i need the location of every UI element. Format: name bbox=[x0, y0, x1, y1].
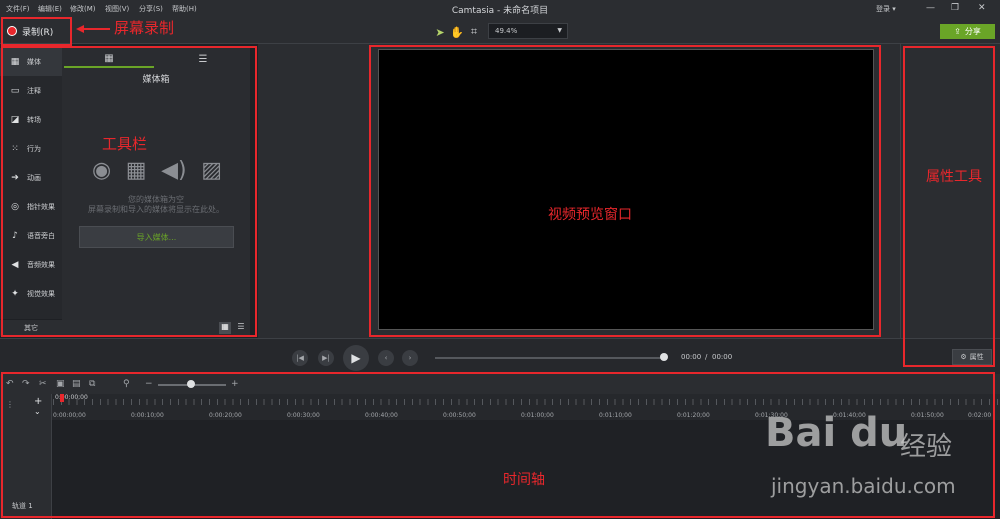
annotation-preview: 视频预览窗口 bbox=[548, 207, 632, 223]
menu-bar: 文件(F) 编辑(E) 修改(M) 视图(V) 分享(S) 帮助(H) Camt… bbox=[0, 0, 1000, 18]
minimize-icon[interactable]: — bbox=[926, 3, 935, 13]
play-button[interactable]: ▶ bbox=[343, 345, 369, 371]
baidu-watermark: Bai du 经验 jingyan.baidu.com bbox=[765, 410, 997, 510]
step-forward-icon[interactable]: ▶| bbox=[318, 350, 334, 366]
close-icon[interactable]: ✕ bbox=[978, 3, 986, 13]
login-button[interactable]: 登录 ▾ bbox=[876, 4, 896, 14]
step-back-icon[interactable]: |◀ bbox=[292, 350, 308, 366]
playback-bar: |◀ ▶| ▶ ‹ › 00:00 / 00:00 ⚙ 属性 bbox=[0, 338, 1000, 374]
current-time: 00:00 bbox=[681, 353, 702, 361]
zoom-select[interactable]: 49.4% ▼ bbox=[488, 23, 568, 39]
annotation-arrow bbox=[76, 25, 110, 33]
annotation-properties: 属性工具 bbox=[926, 169, 982, 185]
zoom-value: 49.4% bbox=[495, 27, 518, 35]
annotation-box-properties bbox=[903, 46, 995, 367]
menu-help[interactable]: 帮助(H) bbox=[172, 4, 197, 14]
watermark-text: 经验 bbox=[900, 432, 953, 462]
menu-modify[interactable]: 修改(M) bbox=[70, 4, 96, 14]
share-button[interactable]: ⇪ 分享 bbox=[940, 24, 995, 39]
annotation-screen-record: 屏幕录制 bbox=[114, 19, 175, 37]
annotation-timeline: 时间轴 bbox=[503, 472, 545, 488]
arrow-select-icon[interactable]: ➤ bbox=[433, 25, 447, 39]
chevron-down-icon: ▼ bbox=[557, 27, 562, 34]
watermark-logo: Bai du bbox=[765, 410, 908, 456]
watermark-url: jingyan.baidu.com bbox=[771, 474, 956, 498]
menu-file[interactable]: 文件(F) bbox=[6, 4, 30, 14]
menu-share[interactable]: 分享(S) bbox=[139, 4, 163, 14]
annotation-toolbar: 工具栏 bbox=[102, 135, 148, 153]
time-separator: / bbox=[705, 353, 708, 361]
menu-edit[interactable]: 编辑(E) bbox=[38, 4, 62, 14]
prev-marker-icon[interactable]: ‹ bbox=[378, 350, 394, 366]
hand-pan-icon[interactable]: ✋ bbox=[450, 25, 464, 39]
share-label: 分享 bbox=[964, 27, 981, 36]
menu-view[interactable]: 视图(V) bbox=[105, 4, 129, 14]
share-icon: ⇪ bbox=[954, 27, 961, 36]
annotation-box-preview bbox=[369, 45, 881, 337]
scrub-bar[interactable] bbox=[435, 357, 665, 359]
next-marker-icon[interactable]: › bbox=[402, 350, 418, 366]
scrub-handle[interactable] bbox=[660, 353, 668, 361]
total-time: 00:00 bbox=[712, 353, 733, 361]
maximize-icon[interactable]: ❐ bbox=[951, 3, 959, 13]
crop-icon[interactable]: ⌗ bbox=[467, 25, 481, 39]
annotation-box-record bbox=[1, 17, 72, 46]
annotation-box-toolbar bbox=[1, 46, 257, 337]
